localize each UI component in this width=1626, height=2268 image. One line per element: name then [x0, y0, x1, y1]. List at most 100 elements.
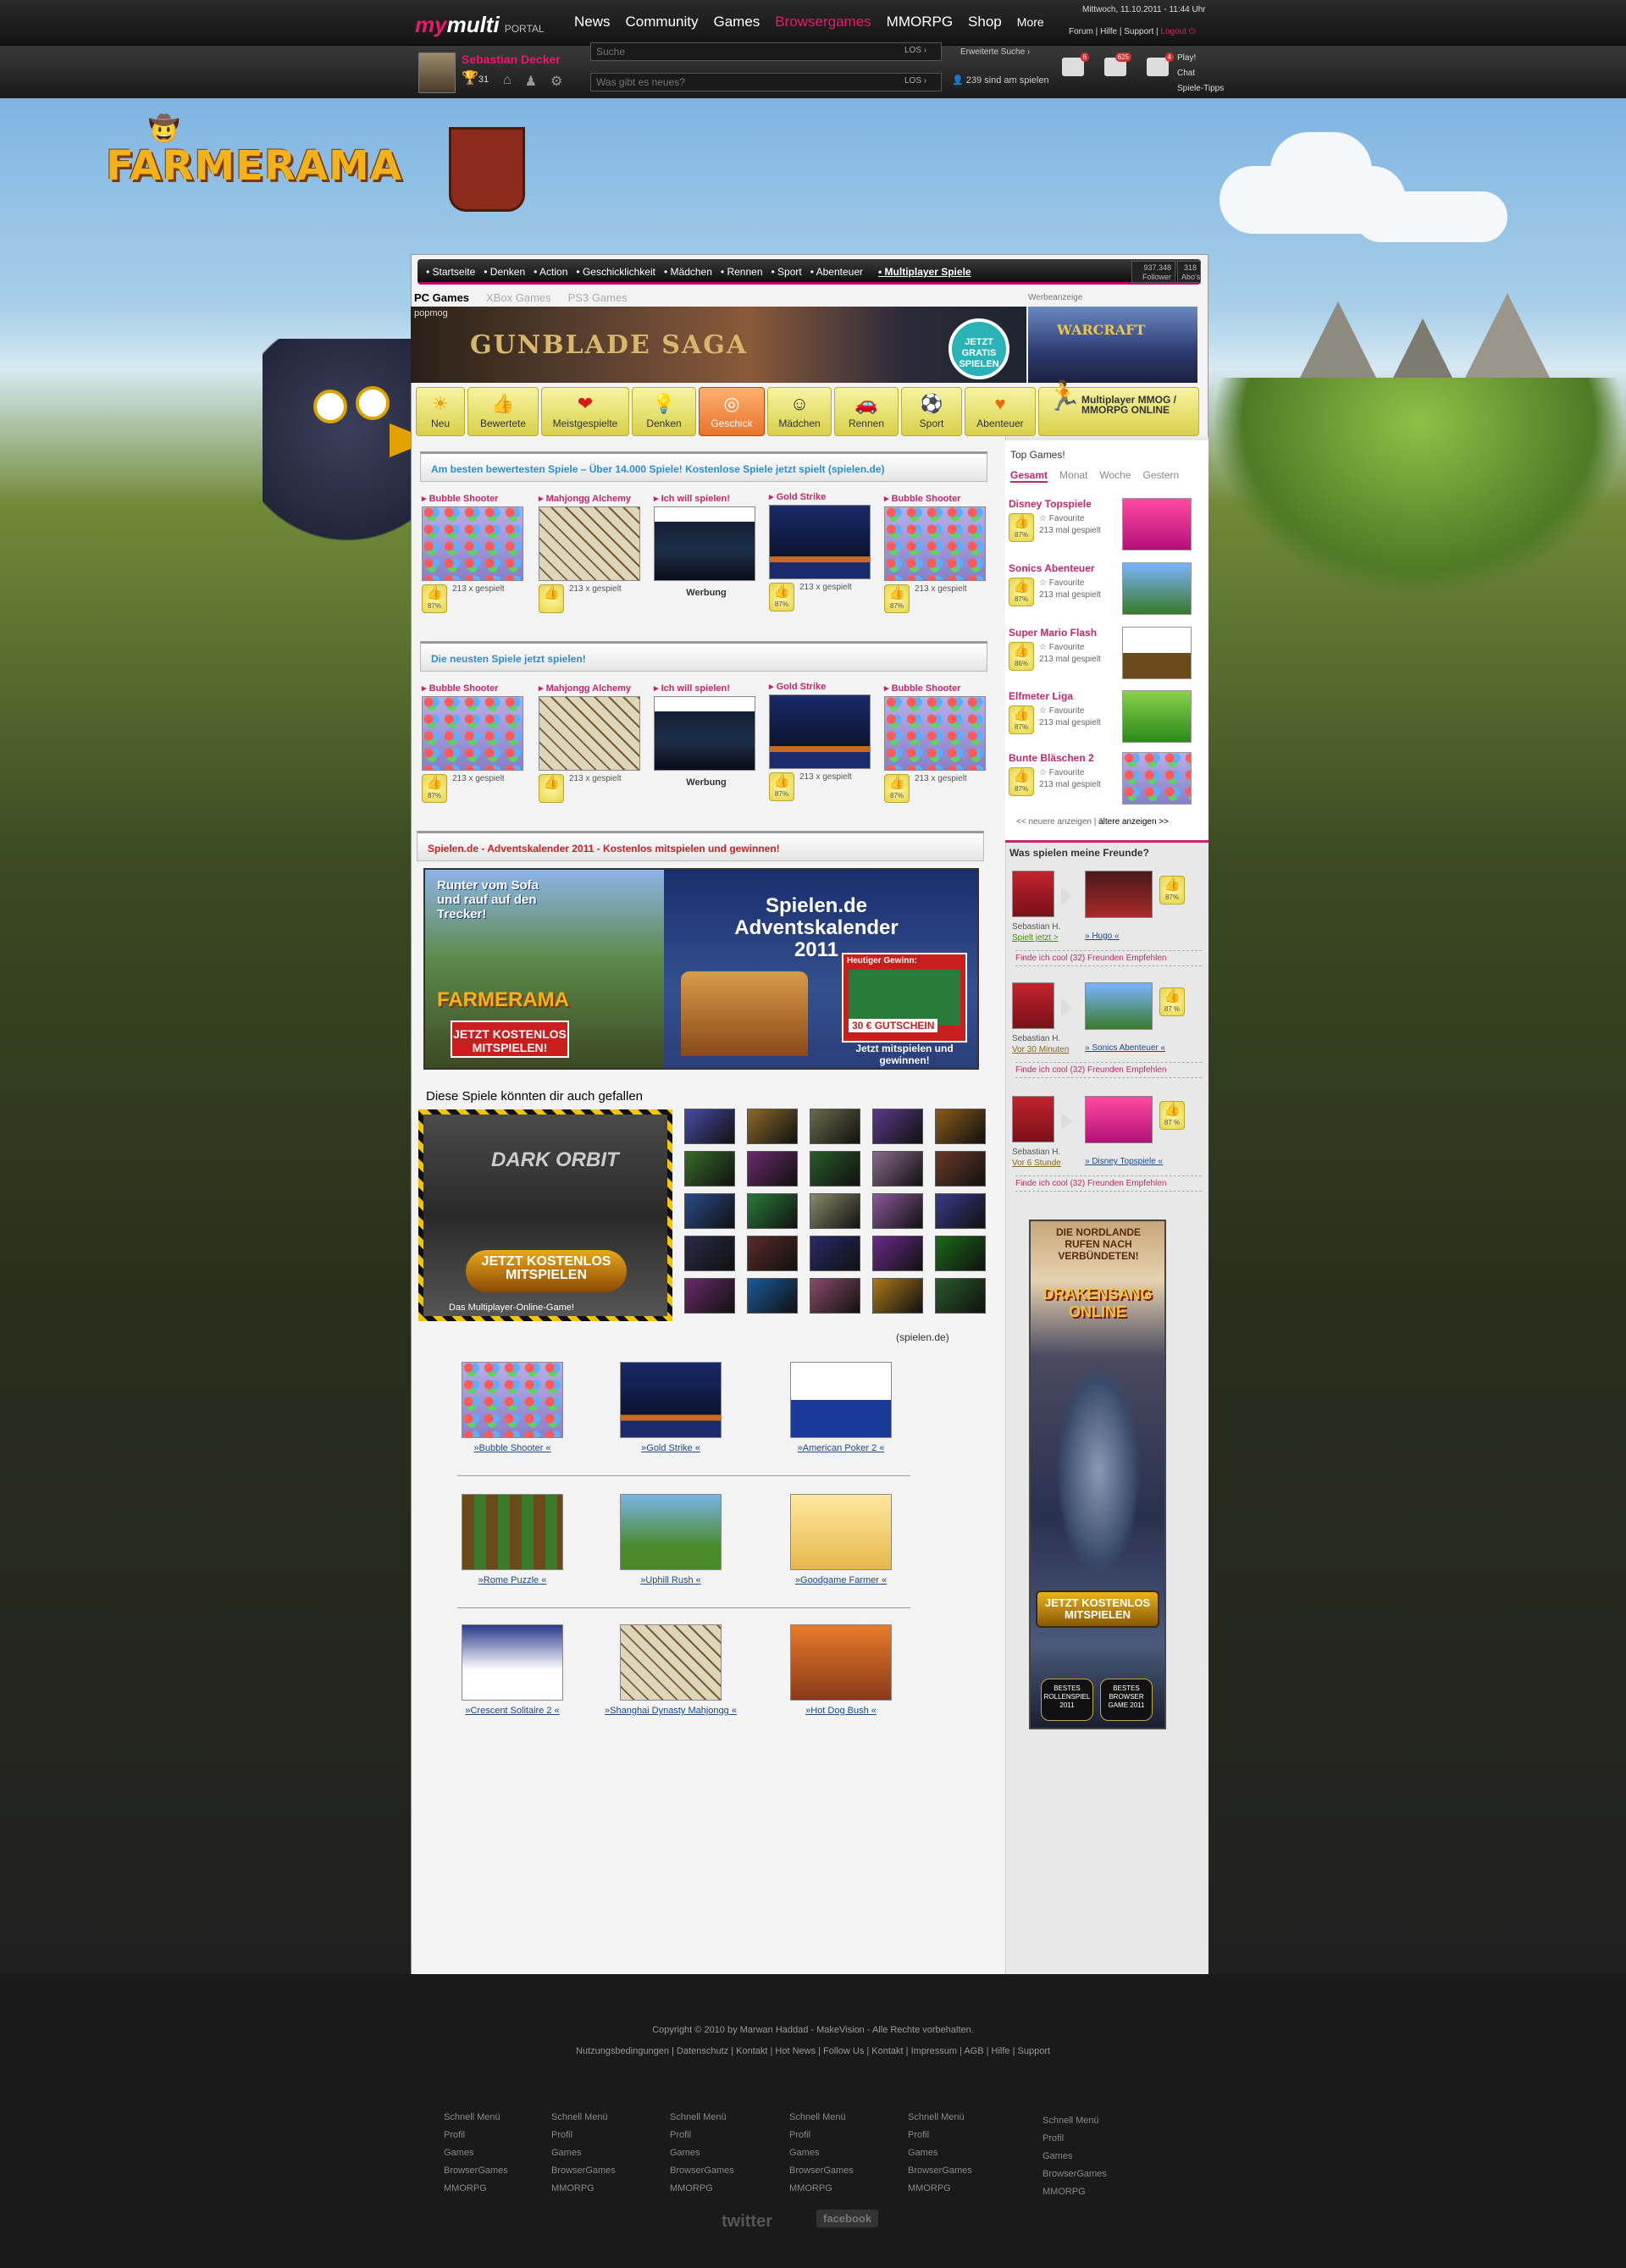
category-maedchen[interactable]: ☺ Mädchen	[767, 387, 832, 436]
recommended-game-thumbnail[interactable]	[747, 1151, 798, 1187]
footer-link[interactable]: Profil	[789, 2127, 854, 2144]
game-card[interactable]: Ich will spielen! Werbung	[654, 683, 759, 788]
footer-link[interactable]: Schnell Menü	[908, 2109, 972, 2127]
nav-more[interactable]: More	[1017, 14, 1044, 30]
game-title[interactable]: Bubble Shooter	[422, 683, 527, 694]
abo-counter[interactable]: 318 Abo's	[1177, 261, 1201, 283]
twitter-icon[interactable]: twitter	[722, 2212, 772, 2232]
user-avatar[interactable]	[418, 53, 456, 93]
catnav-maedchen[interactable]: Mädchen	[664, 266, 712, 278]
game-thumbnail[interactable]	[654, 506, 755, 581]
footer-links[interactable]: Nutzungsbedingungen | Datenschutz | Kont…	[0, 2046, 1626, 2056]
category-rennen[interactable]: 🚗 Rennen	[834, 387, 899, 436]
nav-browsergames[interactable]: Browsergames	[775, 14, 871, 30]
play-free-badge[interactable]: JETZT GRATIS SPIELEN	[948, 318, 1009, 379]
recommended-game-thumbnail[interactable]	[935, 1151, 986, 1187]
friend-avatar[interactable]	[1012, 1096, 1054, 1142]
game-thumbnail[interactable]	[422, 696, 523, 771]
friend-avatar[interactable]	[1012, 982, 1054, 1029]
friend-actions[interactable]: Finde ich cool (32) Freunden Empfehlen	[1015, 1062, 1202, 1078]
home-icon[interactable]: ⌂	[503, 73, 512, 90]
recommended-game-thumbnail[interactable]	[935, 1193, 986, 1229]
catnav-action[interactable]: Action	[534, 266, 567, 278]
footer-link[interactable]: Schnell Menü	[789, 2109, 854, 2127]
settings-icon[interactable]: ⚙	[550, 73, 562, 90]
friend-name[interactable]: Sebastian H.	[1012, 1148, 1060, 1157]
top-game-thumbnail[interactable]	[1122, 690, 1192, 743]
catnav-abenteuer[interactable]: Abenteuer	[810, 266, 863, 278]
catnav-rennen[interactable]: Rennen	[721, 266, 762, 278]
darkorbit-play-button[interactable]: JETZT KOSTENLOS MITSPIELEN	[466, 1250, 627, 1292]
friend-actions[interactable]: Finde ich cool (32) Freunden Empfehlen	[1015, 1175, 1202, 1192]
footer-link[interactable]: MMORPG	[670, 2180, 734, 2198]
related-game[interactable]: »American Poker 2 «	[765, 1362, 917, 1453]
related-thumbnail[interactable]	[790, 1494, 892, 1570]
favourite-star[interactable]: ☆ Favourite	[1039, 642, 1101, 654]
play-link[interactable]: Play!	[1177, 51, 1224, 66]
friend-status[interactable]: Vor 6 Stunde	[1012, 1158, 1061, 1169]
category-bewertete[interactable]: 👍 Bewertete	[467, 387, 539, 436]
footer-link[interactable]: Games	[908, 2144, 972, 2162]
power-icon[interactable]: ⏻	[1189, 27, 1196, 36]
game-thumbnail[interactable]	[769, 505, 871, 579]
recommended-game-thumbnail[interactable]	[810, 1109, 860, 1144]
gunblade-banner[interactable]: popmog GUNBLADE SAGA JETZT GRATIS SPIELE…	[411, 307, 1026, 383]
recommended-game-thumbnail[interactable]	[747, 1109, 798, 1144]
game-title[interactable]: Bubble Shooter	[422, 493, 527, 504]
related-link[interactable]: »Hot Dog Bush «	[765, 1706, 917, 1716]
game-card[interactable]: Bubble Shooter 👍87% 213 x gespielt	[884, 493, 989, 613]
logout-link[interactable]: Logout	[1160, 27, 1186, 36]
nav-shop[interactable]: Shop	[968, 14, 1002, 30]
recommended-game-thumbnail[interactable]	[810, 1193, 860, 1229]
tab-pc-games[interactable]: PC Games	[414, 291, 469, 304]
tab-monat[interactable]: Monat	[1059, 469, 1087, 483]
footer-link[interactable]: Schnell Menü	[670, 2109, 734, 2127]
category-geschick[interactable]: ◎ Geschick	[699, 387, 765, 436]
game-thumbnail[interactable]	[539, 506, 640, 581]
related-link[interactable]: »American Poker 2 «	[765, 1443, 917, 1453]
footer-link[interactable]: Games	[1043, 2148, 1107, 2166]
search-go-button[interactable]: LOS ›	[904, 46, 926, 55]
game-thumbnail[interactable]	[884, 506, 986, 581]
friend-status[interactable]: Spielt jetzt >	[1012, 932, 1060, 943]
game-title[interactable]: Gold Strike	[769, 681, 874, 692]
facebook-icon[interactable]: facebook	[816, 2210, 879, 2227]
recommended-game-thumbnail[interactable]	[810, 1278, 860, 1314]
recommended-game-thumbnail[interactable]	[872, 1278, 923, 1314]
tab-xbox-games[interactable]: XBox Games	[486, 291, 551, 304]
recommended-game-thumbnail[interactable]	[810, 1236, 860, 1271]
game-title[interactable]: Mahjongg Alchemy	[539, 683, 644, 694]
game-card[interactable]: Mahjongg Alchemy 👍 213 x gespielt	[539, 493, 644, 613]
tab-ps3-games[interactable]: PS3 Games	[568, 291, 628, 304]
related-game[interactable]: »Crescent Solitaire 2 «	[436, 1624, 589, 1716]
catnav-sport[interactable]: Sport	[772, 266, 802, 278]
footer-link[interactable]: Profil	[1043, 2130, 1107, 2148]
footer-link[interactable]: MMORPG	[908, 2180, 972, 2198]
user-name[interactable]: Sebastian Decker	[462, 53, 561, 66]
friend-actions[interactable]: Finde ich cool (32) Freunden Empfehlen	[1015, 950, 1202, 966]
related-link[interactable]: »Crescent Solitaire 2 «	[436, 1706, 589, 1716]
game-title[interactable]: Gold Strike	[769, 491, 874, 502]
footer-link[interactable]: Schnell Menü	[551, 2109, 616, 2127]
friend-game-link[interactable]: » Hugo «	[1085, 932, 1120, 941]
profile-icon[interactable]: ♟	[525, 73, 537, 90]
top-game-item[interactable]: Disney Topspiele 👍 87% ☆ Favourite 213 mal g…	[1009, 498, 1205, 557]
nav-games[interactable]: Games	[713, 14, 760, 30]
game-title[interactable]: Bubble Shooter	[884, 493, 989, 504]
related-game[interactable]: »Shanghai Dynasty Mahjongg «	[595, 1624, 747, 1716]
related-game[interactable]: »Gold Strike «	[595, 1362, 747, 1453]
warcraft-banner[interactable]: WARCRAFT	[1028, 307, 1197, 383]
footer-link[interactable]: Profil	[551, 2127, 616, 2144]
friend-game-thumbnail[interactable]	[1085, 1096, 1153, 1143]
footer-link[interactable]: MMORPG	[1043, 2183, 1107, 2201]
catnav-geschicklichkeit[interactable]: Geschicklichkeit	[576, 266, 655, 278]
footer-link[interactable]: Profil	[444, 2127, 508, 2144]
tips-link[interactable]: Spiele-Tipps	[1177, 81, 1224, 97]
farmerama-ad[interactable]: Runter vom Sofa und rauf auf den Trecker…	[425, 870, 664, 1068]
hilfe-link[interactable]: Hilfe	[1100, 27, 1117, 36]
footer-link[interactable]: Schnell Menü	[444, 2109, 508, 2127]
top-game-thumbnail[interactable]	[1122, 627, 1192, 679]
nav-news[interactable]: News	[574, 14, 611, 30]
friend-activity[interactable]: 👍 87 % Sebastian H. Vor 30 Minuten » Sonics …	[1010, 982, 1205, 1093]
related-thumbnail[interactable]	[462, 1624, 563, 1701]
